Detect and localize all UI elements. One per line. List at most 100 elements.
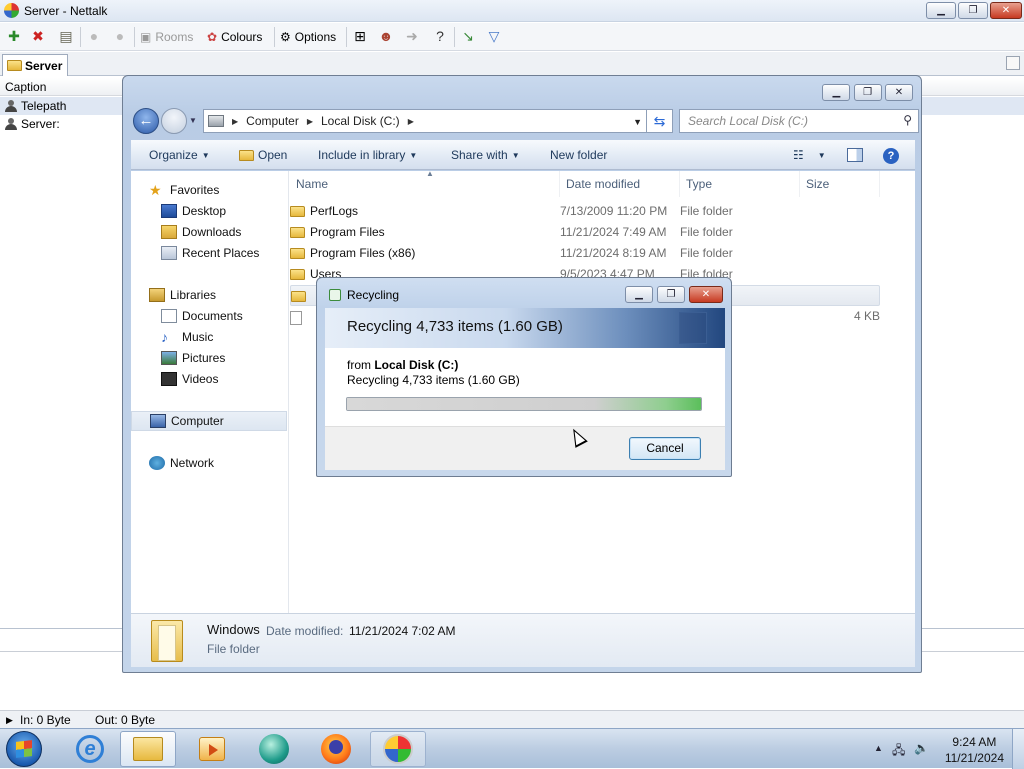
search-input[interactable]: Search Local Disk (C:) ⚲: [679, 109, 919, 133]
clock-time: 9:24 AM: [952, 735, 997, 749]
connect-icon[interactable]: ↘: [460, 28, 476, 44]
nav-desktop[interactable]: Desktop: [131, 201, 287, 221]
breadcrumb-computer[interactable]: Computer: [246, 114, 299, 128]
user-icon: [4, 118, 18, 130]
computer-icon: [208, 115, 224, 127]
user-icon: [4, 100, 18, 112]
refresh-button[interactable]: ⇆: [647, 109, 673, 133]
cancel-button[interactable]: Cancel: [629, 437, 701, 460]
maximize-button[interactable]: ❐: [958, 2, 988, 19]
add-user-icon[interactable]: ✚: [6, 28, 22, 44]
explorer-command-bar: Organize ▼ Open Include in library ▼ Share…: [131, 140, 915, 170]
taskbar-internet-explorer[interactable]: e: [62, 731, 118, 767]
delete-icon[interactable]: ✖: [30, 28, 46, 44]
system-tray: ▲ 🖧 🔈 9:24 AM 11/21/2024: [864, 729, 1024, 769]
chevron-down-icon: ▼: [409, 150, 418, 160]
start-button[interactable]: [6, 731, 42, 767]
include-in-library-button[interactable]: Include in library ▼: [318, 148, 417, 162]
new-folder-button[interactable]: New folder: [550, 148, 607, 162]
organize-button[interactable]: Organize ▼: [149, 148, 210, 162]
nav-libraries[interactable]: Libraries: [131, 285, 287, 305]
taskbar-nettalk[interactable]: [370, 731, 426, 767]
refresh-icon: ⇆: [653, 112, 666, 129]
user-icon[interactable]: ●: [86, 28, 102, 44]
nav-documents[interactable]: Documents: [131, 306, 287, 326]
explorer-maximize-button[interactable]: ❐: [853, 84, 882, 101]
network-icon[interactable]: ⊞: [352, 28, 368, 44]
details-name: Windows: [207, 622, 260, 637]
file-row[interactable]: PerfLogs 7/13/2009 11:20 PM File folder: [290, 201, 880, 222]
dialog-title: Recycling: [347, 288, 400, 302]
search-icon[interactable]: ⚲: [903, 113, 912, 127]
taskbar-media-player[interactable]: [184, 731, 240, 767]
properties-icon[interactable]: ▤: [58, 28, 74, 44]
dialog-close-button[interactable]: ✕: [689, 286, 723, 303]
dropdown-icon[interactable]: ▽: [486, 28, 502, 44]
back-button[interactable]: ←: [133, 108, 159, 134]
status-in: In: 0 Byte: [20, 713, 71, 727]
preview-pane-button[interactable]: [847, 148, 863, 162]
nav-recent-places[interactable]: Recent Places: [131, 243, 287, 263]
file-row[interactable]: Program Files 11/21/2024 7:49 AM File fo…: [290, 222, 880, 243]
forward-button[interactable]: [161, 108, 187, 134]
taskbar-globe-app[interactable]: [246, 731, 302, 767]
help-icon[interactable]: ?: [432, 28, 448, 44]
volume-icon[interactable]: 🔈: [914, 741, 929, 755]
nav-network[interactable]: Network: [131, 453, 287, 473]
colours-button[interactable]: ✿ Colours: [207, 27, 262, 47]
toolbar-separator: [274, 27, 275, 47]
recent-pages-dropdown[interactable]: ▼: [189, 116, 197, 125]
column-header-date[interactable]: Date modified: [560, 171, 680, 197]
globe-icon: [259, 734, 289, 764]
address-bar[interactable]: ▶ Computer ▶ Local Disk (C:) ▶ ▼: [203, 109, 647, 133]
view-options-button[interactable]: ☷ ▼: [793, 148, 826, 162]
nettalk-logo-icon: [4, 3, 19, 18]
progress-bar: [346, 397, 702, 411]
column-header-size[interactable]: Size: [800, 171, 880, 197]
user-icon[interactable]: ●: [112, 28, 128, 44]
rooms-button[interactable]: ▣ Rooms: [140, 27, 193, 47]
taskbar-firefox[interactable]: [308, 731, 364, 767]
recycle-icon: [329, 289, 341, 301]
tab-scroll-button[interactable]: [1006, 56, 1020, 70]
taskbar: e ▲ 🖧 🔈 9:24 AM 11/21/2024: [0, 728, 1024, 769]
share-with-button[interactable]: Share with ▼: [451, 148, 520, 162]
nav-computer[interactable]: Computer: [131, 411, 287, 431]
file-row[interactable]: Program Files (x86) 11/21/2024 8:19 AM F…: [290, 243, 880, 264]
open-button[interactable]: Open: [239, 148, 287, 162]
clock[interactable]: 9:24 AM 11/21/2024: [945, 734, 1004, 766]
tab-server[interactable]: Server: [2, 54, 68, 76]
network-icon: [149, 456, 165, 470]
address-dropdown-icon[interactable]: ▼: [633, 117, 642, 127]
nav-downloads[interactable]: Downloads: [131, 222, 287, 242]
breadcrumb-local-disk[interactable]: Local Disk (C:): [321, 114, 400, 128]
nettalk-toolbar: ✚ ✖ ▤ ● ● ▣ Rooms ✿ Colours ⚙ Options ⊞ ☻ ➜…: [0, 23, 1024, 51]
show-desktop-button[interactable]: [1012, 729, 1024, 769]
close-button[interactable]: ✕: [990, 2, 1022, 19]
options-button[interactable]: ⚙ Options: [280, 27, 336, 47]
chevron-down-icon: ▼: [201, 150, 210, 160]
nav-music[interactable]: ♪ Music: [131, 327, 287, 347]
nav-videos[interactable]: Videos: [131, 369, 287, 389]
help-button[interactable]: ?: [883, 148, 899, 164]
colours-icon: ✿: [207, 30, 218, 44]
taskbar-windows-explorer[interactable]: [120, 731, 176, 767]
network-icon[interactable]: 🖧: [892, 741, 905, 762]
dialog-minimize-button[interactable]: ▁: [625, 286, 653, 303]
clock-date: 11/21/2024: [944, 751, 1004, 765]
toolbar-separator: [134, 27, 135, 47]
explorer-minimize-button[interactable]: ▁: [822, 84, 851, 101]
users-icon[interactable]: ☻: [378, 28, 394, 44]
folder-icon: [290, 269, 305, 280]
send-icon[interactable]: ➜: [404, 28, 420, 44]
nav-pictures[interactable]: Pictures: [131, 348, 287, 368]
help-icon: ?: [883, 148, 899, 164]
minimize-button[interactable]: ▁: [926, 2, 956, 19]
column-header-name[interactable]: Name ▲: [290, 169, 560, 197]
explorer-close-button[interactable]: ✕: [885, 84, 913, 101]
column-header-type[interactable]: Type: [680, 171, 800, 197]
arrow-up-icon[interactable]: ▲: [874, 743, 883, 753]
nav-favorites[interactable]: ★ Favorites: [131, 180, 287, 200]
dialog-maximize-button[interactable]: ❐: [657, 286, 685, 303]
sort-ascending-icon: ▲: [426, 169, 434, 178]
